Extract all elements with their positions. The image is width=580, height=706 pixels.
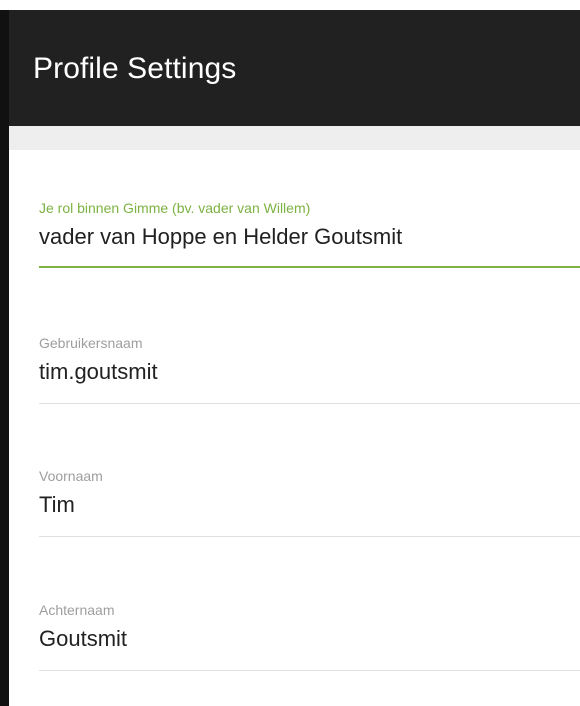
last-name-field-label: Achternaam: [39, 602, 115, 618]
app-header: Profile Settings: [9, 10, 580, 126]
first-name-field: Voornaam: [39, 468, 580, 537]
last-name-field-underline: [39, 670, 580, 671]
role-field: Je rol binnen Gimme (bv. vader van Wille…: [39, 200, 580, 268]
role-input[interactable]: [39, 224, 580, 250]
role-field-underline: [39, 266, 580, 268]
first-name-field-underline: [39, 536, 580, 537]
username-field-label: Gebruikersnaam: [39, 335, 143, 351]
profile-form: Je rol binnen Gimme (bv. vader van Wille…: [9, 150, 580, 706]
username-field: Gebruikersnaam: [39, 335, 580, 404]
username-input[interactable]: [39, 359, 580, 385]
header-divider-bar: [9, 126, 580, 150]
username-field-underline: [39, 403, 580, 404]
page-title: Profile Settings: [33, 52, 237, 85]
first-name-input[interactable]: [39, 492, 580, 518]
first-name-field-label: Voornaam: [39, 468, 103, 484]
left-border: [0, 10, 9, 706]
last-name-input[interactable]: [39, 626, 580, 652]
last-name-field: Achternaam: [39, 602, 580, 671]
app-window: Profile Settings Je rol binnen Gimme (bv…: [0, 0, 580, 706]
role-field-label: Je rol binnen Gimme (bv. vader van Wille…: [39, 200, 311, 216]
top-strip: [0, 0, 580, 10]
